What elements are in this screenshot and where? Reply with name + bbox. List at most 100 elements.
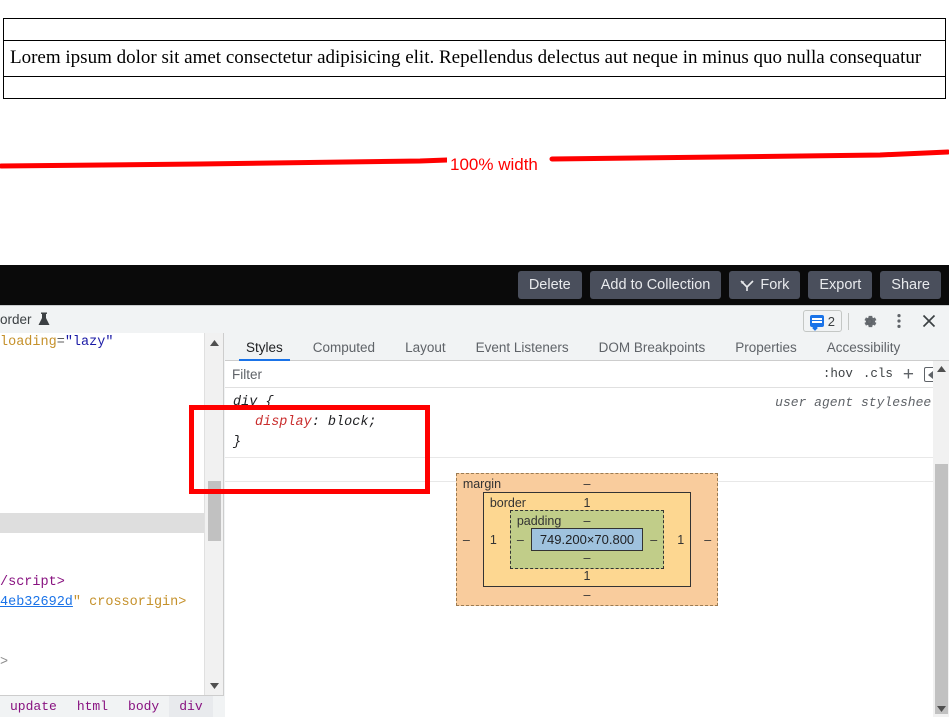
css-rule-close-line: }: [233, 433, 939, 453]
css-property-name[interactable]: display: [255, 415, 312, 430]
box-model-diagram: margin – – – – border 1 1 1 1 padding –: [225, 473, 949, 606]
tab-styles[interactable]: Styles: [231, 340, 298, 361]
tab-accessibility[interactable]: Accessibility: [812, 340, 916, 361]
dom-crossorigin-attr: crossorigin>: [89, 595, 187, 610]
dom-line-blank: [0, 613, 204, 633]
dom-attr-name: loading: [0, 335, 57, 350]
dom-breadcrumb[interactable]: update html body div ...: [0, 695, 224, 717]
dom-line-blank: [0, 473, 204, 493]
tab-layout[interactable]: Layout: [390, 340, 461, 361]
dom-scroll-up-button[interactable]: [205, 333, 223, 352]
message-count: 2: [827, 313, 835, 329]
tab-dom-breakpoints[interactable]: DOM Breakpoints: [584, 340, 721, 361]
demo-row-text: Lorem ipsum dolor sit amet consectetur a…: [3, 40, 946, 77]
box-model-padding-bottom[interactable]: –: [511, 551, 663, 565]
dom-scrollbar-thumb[interactable]: [208, 481, 221, 541]
box-model-margin-top[interactable]: –: [457, 477, 717, 491]
share-button[interactable]: Share: [880, 271, 941, 299]
tab-computed[interactable]: Computed: [298, 340, 390, 361]
box-model-border[interactable]: border 1 1 1 1 padding – – – – 749.200×7…: [482, 492, 692, 587]
fork-icon: [740, 279, 754, 291]
annotation-label: 100% width: [447, 155, 541, 175]
dom-line-blank: [0, 533, 204, 553]
dom-tree-pane[interactable]: loading="lazy" /script> 4eb32692d" cross…: [0, 333, 224, 695]
dom-line-selected[interactable]: [0, 513, 204, 533]
tab-properties[interactable]: Properties: [720, 340, 812, 361]
box-model-margin-left[interactable]: –: [463, 533, 470, 547]
dom-pane-scrollbar[interactable]: [204, 333, 223, 695]
dom-quote: ": [72, 595, 82, 610]
fork-button[interactable]: Fork: [729, 271, 801, 299]
devtools-header-actions: 2: [802, 308, 943, 334]
cls-toggle-button[interactable]: .cls: [863, 367, 893, 381]
recorder-tab-label: order: [0, 312, 32, 327]
box-model-padding-top[interactable]: –: [511, 514, 663, 528]
dom-line-attr[interactable]: loading="lazy": [0, 333, 204, 353]
dom-scroll-down-button[interactable]: [205, 676, 223, 695]
styles-pane-scrollbar[interactable]: [933, 361, 949, 717]
styles-filter-input[interactable]: [232, 366, 823, 382]
box-model-margin-right[interactable]: –: [704, 533, 711, 547]
dom-line-blank: [0, 453, 204, 473]
box-model-padding[interactable]: padding – – – – 749.200×70.800: [509, 510, 665, 569]
tab-event-listeners[interactable]: Event Listeners: [461, 340, 584, 361]
dom-line-close-script[interactable]: /script>: [0, 573, 204, 593]
dom-line-blank: [0, 413, 204, 433]
export-button[interactable]: Export: [808, 271, 873, 299]
dom-line-blank: [0, 553, 204, 573]
export-button-label: Export: [819, 277, 862, 293]
demo-box-stack: Lorem ipsum dolor sit amet consectetur a…: [3, 18, 946, 99]
box-model-border-top[interactable]: 1: [484, 496, 690, 510]
breadcrumb-item-div[interactable]: div: [169, 696, 213, 717]
chevron-down-icon: [936, 706, 946, 712]
breadcrumb-item-body[interactable]: body: [118, 696, 169, 717]
box-model-border-left[interactable]: 1: [490, 533, 497, 547]
message-count-badge[interactable]: 2: [802, 310, 842, 332]
dom-line-link[interactable]: 4eb32692d" crossorigin>: [0, 593, 204, 613]
dom-line-blank: [0, 393, 204, 413]
hov-toggle-button[interactable]: :hov: [823, 367, 853, 381]
css-selector[interactable]: div {: [233, 395, 274, 410]
dom-line-punc[interactable]: >: [0, 653, 204, 673]
add-to-collection-button[interactable]: Add to Collection: [589, 271, 722, 299]
box-model-border-right[interactable]: 1: [677, 533, 684, 547]
demo-row-top-empty: [3, 18, 946, 40]
breadcrumb-item-overflow[interactable]: ...: [213, 696, 224, 717]
dom-attr-value: "lazy": [64, 335, 114, 350]
dom-attr-equals: =: [56, 335, 65, 350]
css-property-value[interactable]: block;: [328, 415, 377, 430]
dom-punc-text: >: [0, 655, 9, 670]
chevron-up-icon: [936, 366, 946, 372]
styles-filter-tools: :hov .cls +: [823, 365, 949, 384]
css-rule-origin: user agent stylesheet: [775, 395, 939, 410]
devtools-panel-tabbar: order 2: [0, 306, 949, 333]
new-style-rule-button[interactable]: +: [903, 365, 914, 384]
styles-scrollbar-thumb[interactable]: [935, 464, 948, 714]
header-divider: [848, 312, 849, 330]
styles-scroll-down-button[interactable]: [933, 701, 949, 717]
dom-tree-lines: loading="lazy" /script> 4eb32692d" cross…: [0, 333, 204, 695]
dom-line-blank: [0, 633, 204, 653]
dom-line-blank: [0, 433, 204, 453]
settings-button[interactable]: [855, 308, 883, 334]
box-model-margin-bottom[interactable]: –: [457, 588, 717, 602]
more-options-button[interactable]: [885, 308, 913, 334]
dom-resource-link[interactable]: 4eb32692d: [0, 595, 73, 610]
box-model-margin[interactable]: margin – – – – border 1 1 1 1 padding –: [455, 473, 719, 606]
tab-recorder[interactable]: order: [0, 312, 51, 327]
box-model-border-bottom[interactable]: 1: [484, 569, 690, 583]
box-model-padding-right[interactable]: –: [650, 533, 657, 547]
delete-button[interactable]: Delete: [517, 271, 582, 299]
fork-button-label: Fork: [760, 277, 790, 293]
breadcrumb-item-html[interactable]: html: [67, 696, 118, 717]
dom-line-blank: [0, 493, 204, 513]
delete-button-label: Delete: [528, 277, 571, 293]
close-devtools-button[interactable]: [915, 308, 943, 334]
screenshot-root: Lorem ipsum dolor sit amet consectetur a…: [0, 0, 949, 717]
breadcrumb-item-update[interactable]: update: [0, 696, 67, 717]
css-rule-div[interactable]: user agent stylesheet div { display: blo…: [225, 388, 949, 458]
box-model-content-size[interactable]: 749.200×70.800: [530, 528, 644, 551]
css-rules-list: user agent stylesheet div { display: blo…: [225, 388, 949, 482]
box-model-padding-left[interactable]: –: [517, 533, 524, 547]
styles-scroll-up-button[interactable]: [933, 361, 949, 377]
